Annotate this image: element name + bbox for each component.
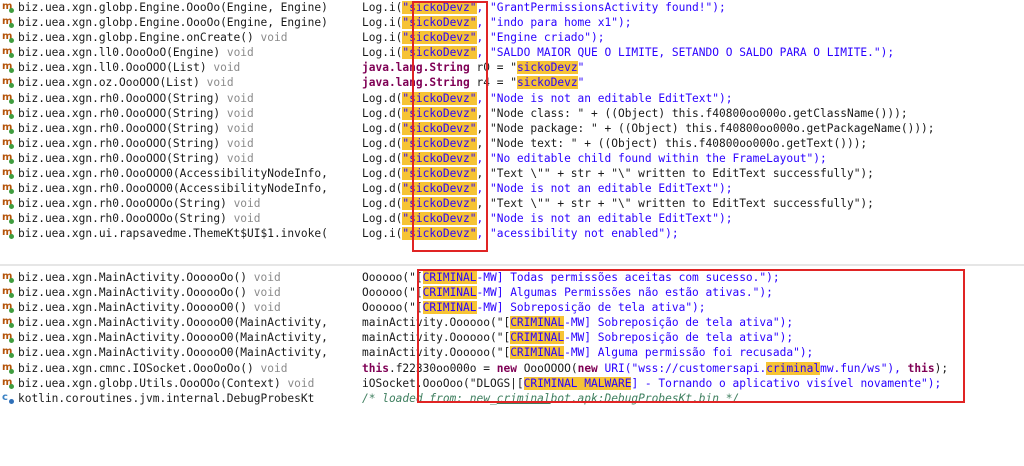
highlight-box-sickodevz	[412, 1, 488, 252]
highlighted-tag: sickoDevz	[516, 76, 578, 90]
panel-separator	[0, 264, 1024, 266]
usage-results-top: m biz.uea.xgn.globp.Engine.OooOo(Engine,…	[0, 0, 1024, 242]
method-signature: biz.uea.xgn.MainActivity.OooooO0(MainAct…	[18, 346, 328, 360]
method-icon: m	[2, 331, 14, 344]
method-signature: biz.uea.xgn.rh0.OooOOOo(String)	[18, 212, 227, 226]
method-signature: biz.uea.xgn.MainActivity.OooooOo()	[18, 271, 248, 284]
method-signature: biz.uea.xgn.ll0.OooOoO(Engine)	[18, 46, 221, 60]
method-signature: biz.uea.xgn.rh0.OooOOO0(AccessibilityNod…	[18, 182, 328, 196]
result-row[interactable]: m biz.uea.xgn.rh0.OooOOO0(AccessibilityN…	[0, 181, 1024, 196]
method-icon: m	[2, 121, 14, 134]
return-type: void	[226, 136, 254, 150]
method-icon: m	[2, 361, 14, 374]
result-row[interactable]: m biz.uea.xgn.ui.rapsavedme.ThemeKt$UI$1…	[0, 226, 1024, 241]
method-signature: biz.uea.xgn.globp.Engine.OooOo(Engine, E…	[18, 16, 328, 30]
result-row[interactable]: m biz.uea.xgn.globp.Engine.OooOo(Engine,…	[0, 0, 1024, 15]
return-type: void	[287, 376, 315, 390]
method-signature: biz.uea.xgn.MainActivity.OooooO0(MainAct…	[18, 316, 328, 330]
result-row[interactable]: m biz.uea.xgn.oz.OooOOO(List) void java.…	[0, 75, 1024, 90]
method-icon: m	[2, 301, 14, 314]
result-row[interactable]: m biz.uea.xgn.rh0.OooOOO(String) void Lo…	[0, 91, 1024, 106]
method-signature: biz.uea.xgn.MainActivity.OooooO0(MainAct…	[18, 331, 328, 345]
method-icon: m	[2, 91, 14, 104]
method-icon: m	[2, 271, 14, 283]
method-signature: biz.uea.xgn.rh0.OooOOO(String)	[18, 106, 221, 120]
result-row[interactable]: m biz.uea.xgn.rh0.OooOOO(String) void Lo…	[0, 121, 1024, 136]
method-signature: biz.uea.xgn.globp.Engine.onCreate()	[18, 31, 254, 45]
return-type: void	[233, 212, 261, 226]
method-icon: m	[2, 316, 14, 329]
method-icon: m	[2, 286, 14, 299]
return-type: void	[206, 76, 234, 90]
class-name: kotlin.coroutines.jvm.internal.DebugProb…	[18, 391, 315, 405]
method-signature: biz.uea.xgn.rh0.OooOOO(String)	[18, 136, 221, 150]
method-icon: m	[2, 197, 14, 210]
result-row[interactable]: m biz.uea.xgn.rh0.OooOOO(String) void Lo…	[0, 151, 1024, 166]
method-icon: m	[2, 151, 14, 164]
result-row[interactable]: m biz.uea.xgn.globp.Engine.onCreate() vo…	[0, 30, 1024, 45]
method-icon: m	[2, 136, 14, 149]
method-icon: m	[2, 182, 14, 195]
method-signature: biz.uea.xgn.rh0.OooOOO(String)	[18, 151, 221, 165]
return-type: void	[213, 61, 241, 75]
return-type: void	[253, 286, 281, 300]
method-signature: biz.uea.xgn.globp.Utils.OooOOo(Context)	[18, 376, 281, 390]
method-icon: m	[2, 46, 14, 59]
highlight-box-criminal	[417, 269, 965, 403]
return-type: void	[226, 121, 254, 135]
method-signature: biz.uea.xgn.MainActivity.OooooO0()	[18, 301, 248, 315]
result-row[interactable]: m biz.uea.xgn.rh0.OooOOO(String) void Lo…	[0, 106, 1024, 121]
result-row[interactable]: m biz.uea.xgn.ll0.OooOoO(Engine) void Lo…	[0, 45, 1024, 60]
result-row[interactable]: m biz.uea.xgn.ll0.OooOOO(List) void java…	[0, 60, 1024, 75]
return-type: void	[226, 106, 254, 120]
result-row[interactable]: m biz.uea.xgn.rh0.OooOOO0(AccessibilityN…	[0, 166, 1024, 181]
method-icon: m	[2, 227, 14, 240]
method-icon: m	[2, 61, 14, 74]
method-signature: biz.uea.xgn.cmnc.IOSocket.OooOoOo()	[18, 361, 254, 375]
result-row[interactable]: m biz.uea.xgn.globp.Engine.OooOo(Engine,…	[0, 15, 1024, 30]
method-signature: biz.uea.xgn.rh0.OooOOO(String)	[18, 121, 221, 135]
method-signature: biz.uea.xgn.ll0.OooOOO(List)	[18, 61, 207, 75]
method-signature: biz.uea.xgn.rh0.OooOOOo(String)	[18, 197, 227, 211]
return-type: void	[253, 271, 281, 284]
method-signature: biz.uea.xgn.oz.OooOOO(List)	[18, 76, 200, 90]
return-type: void	[226, 91, 254, 105]
method-signature: biz.uea.xgn.rh0.OooOOO0(AccessibilityNod…	[18, 167, 328, 181]
method-icon: m	[2, 31, 14, 44]
kotlin-class-icon: c	[2, 392, 14, 404]
return-type: void	[253, 301, 281, 315]
return-type: void	[226, 151, 254, 165]
return-type: void	[233, 197, 261, 211]
method-icon: m	[2, 106, 14, 119]
method-icon: m	[2, 76, 14, 89]
return-type: void	[226, 46, 254, 60]
method-signature: biz.uea.xgn.MainActivity.OooooOo()	[18, 286, 248, 300]
return-type: void	[260, 31, 288, 45]
result-row[interactable]: m biz.uea.xgn.rh0.OooOOOo(String) void L…	[0, 196, 1024, 211]
method-icon: m	[2, 376, 14, 389]
result-row[interactable]: m biz.uea.xgn.rh0.OooOOOo(String) void L…	[0, 211, 1024, 226]
method-icon: m	[2, 16, 14, 29]
result-row[interactable]: m biz.uea.xgn.rh0.OooOOO(String) void Lo…	[0, 136, 1024, 151]
code-line: Log.i("sickoDevz", "acessibility not ena…	[362, 227, 679, 241]
method-signature: biz.uea.xgn.ui.rapsavedme.ThemeKt$UI$1.i…	[18, 227, 328, 241]
method-icon: m	[2, 167, 14, 180]
method-icon: m	[2, 212, 14, 225]
method-signature: biz.uea.xgn.rh0.OooOOO(String)	[18, 91, 221, 105]
method-icon: m	[2, 1, 14, 13]
highlighted-tag: sickoDevz	[516, 61, 578, 75]
code-line: Log.i("sickoDevz", "indo para home x1");	[362, 16, 632, 30]
method-icon: m	[2, 346, 14, 359]
method-signature: biz.uea.xgn.globp.Engine.OooOo(Engine, E…	[18, 1, 328, 14]
return-type: void	[260, 361, 288, 375]
